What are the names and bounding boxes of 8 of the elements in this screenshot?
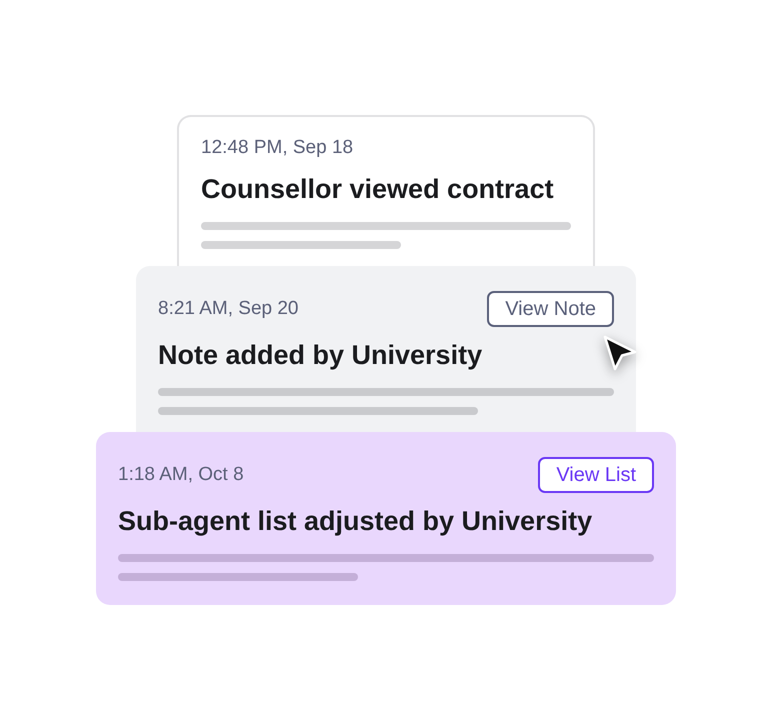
event-title: Note added by University — [158, 339, 484, 371]
timestamp: 1:18 AM, Oct 8 — [118, 463, 244, 487]
timestamp: 8:21 AM, Sep 20 — [158, 297, 298, 321]
event-title: Sub-agent list adjusted by University — [118, 505, 594, 537]
timestamp: 12:48 PM, Sep 18 — [201, 136, 354, 160]
event-title: Counsellor viewed contract — [201, 173, 555, 205]
view-button[interactable]: View List — [538, 457, 654, 493]
view-button[interactable]: View Note — [487, 291, 614, 327]
